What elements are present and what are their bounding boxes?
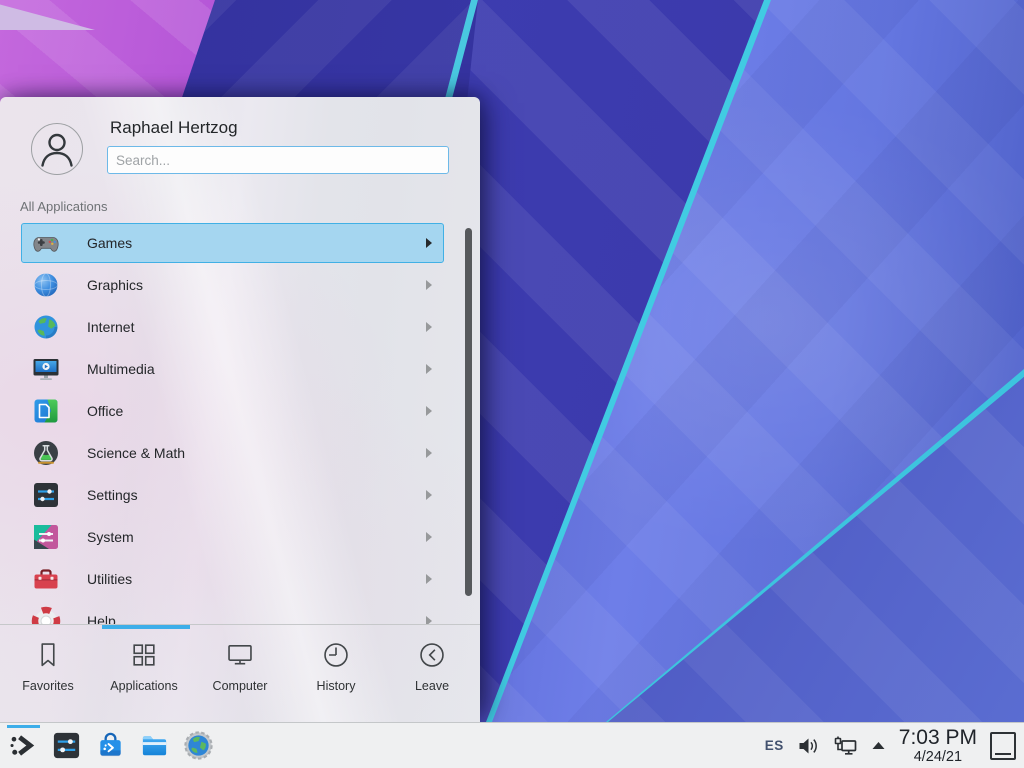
clock-date: 4/24/21 xyxy=(914,750,962,765)
expand-caret-icon[interactable] xyxy=(871,741,886,750)
category-label: Utilities xyxy=(87,571,132,587)
category-utilities[interactable]: Utilities xyxy=(21,559,444,599)
keyboard-layout-indicator[interactable]: ES xyxy=(765,738,784,753)
chevron-right-icon xyxy=(425,573,433,585)
multimedia-icon xyxy=(30,353,62,385)
scrollbar[interactable] xyxy=(465,228,472,596)
category-label: Science & Math xyxy=(87,445,185,461)
user-name: Raphael Hertzog xyxy=(110,118,238,138)
tab-history[interactable]: History xyxy=(288,625,384,722)
graphics-icon xyxy=(30,269,62,301)
category-science-math[interactable]: Science & Math xyxy=(21,433,444,473)
category-internet[interactable]: Internet xyxy=(21,307,444,347)
category-settings[interactable]: Settings xyxy=(21,475,444,515)
category-office[interactable]: Office xyxy=(21,391,444,431)
clock-time: 7:03 PM xyxy=(899,727,977,748)
show-desktop-widget[interactable] xyxy=(990,732,1016,760)
category-label: System xyxy=(87,529,134,545)
tab-computer[interactable]: Computer xyxy=(192,625,288,722)
app-launcher-button[interactable] xyxy=(7,730,38,761)
chevron-right-icon xyxy=(425,363,433,375)
system-settings-icon xyxy=(51,730,82,761)
kde-launcher-icon xyxy=(7,730,38,761)
category-graphics[interactable]: Graphics xyxy=(21,265,444,305)
bookmark-icon xyxy=(33,640,63,670)
tab-bar: Favorites Applications xyxy=(0,624,480,722)
category-help[interactable]: Help xyxy=(21,601,444,624)
globe-gear-icon xyxy=(183,730,214,761)
application-launcher-menu: Raphael Hertzog All Applications xyxy=(0,97,480,722)
monitor-icon xyxy=(225,640,255,670)
category-multimedia[interactable]: Multimedia xyxy=(21,349,444,389)
volume-icon[interactable] xyxy=(797,736,820,756)
help-icon xyxy=(30,605,62,624)
office-icon xyxy=(30,395,62,427)
system-tray: ES 7:03 PM xyxy=(765,723,1016,768)
discover-bag-icon xyxy=(95,730,126,761)
system-icon xyxy=(30,521,62,553)
leave-circle-icon xyxy=(417,640,447,670)
chevron-right-icon xyxy=(425,531,433,543)
user-avatar[interactable] xyxy=(31,123,83,175)
taskbar-apps xyxy=(7,723,214,768)
chevron-right-icon xyxy=(425,405,433,417)
chevron-right-icon xyxy=(425,615,433,624)
category-label: Internet xyxy=(87,319,134,335)
desktop: Raphael Hertzog All Applications xyxy=(0,0,1024,768)
category-list: Games Graphics xyxy=(0,223,480,624)
tab-leave[interactable]: Leave xyxy=(384,625,480,722)
folder-icon xyxy=(139,730,170,761)
category-label: Games xyxy=(87,235,132,251)
tab-label: Favorites xyxy=(22,679,73,693)
system-settings-button[interactable] xyxy=(51,730,82,761)
search-input[interactable] xyxy=(107,146,449,174)
chevron-right-icon xyxy=(425,321,433,333)
tab-label: Leave xyxy=(415,679,449,693)
category-label: Office xyxy=(87,403,123,419)
user-icon xyxy=(32,124,82,174)
digital-clock[interactable]: 7:03 PM 4/24/21 xyxy=(899,727,977,765)
chevron-right-icon xyxy=(425,489,433,501)
tab-applications[interactable]: Applications xyxy=(96,625,192,722)
category-label: Settings xyxy=(87,487,138,503)
file-manager-button[interactable] xyxy=(139,730,170,761)
settings-icon xyxy=(30,479,62,511)
category-label: Help xyxy=(87,613,116,624)
active-tab-indicator xyxy=(102,625,190,629)
network-icon[interactable] xyxy=(833,735,858,757)
grid-icon xyxy=(129,640,159,670)
category-games[interactable]: Games xyxy=(21,223,444,263)
category-system[interactable]: System xyxy=(21,517,444,557)
tab-label: Computer xyxy=(213,679,268,693)
tab-favorites[interactable]: Favorites xyxy=(0,625,96,722)
taskbar: ES 7:03 PM xyxy=(0,722,1024,768)
tab-label: History xyxy=(317,679,356,693)
chevron-right-icon xyxy=(425,237,433,249)
category-label: Multimedia xyxy=(87,361,155,377)
tab-label: Applications xyxy=(110,679,177,693)
web-browser-button[interactable] xyxy=(183,730,214,761)
science-icon xyxy=(30,437,62,469)
discover-button[interactable] xyxy=(95,730,126,761)
chevron-right-icon xyxy=(425,447,433,459)
section-label-all-applications: All Applications xyxy=(20,199,107,214)
utilities-icon xyxy=(30,563,62,595)
internet-icon xyxy=(30,311,62,343)
category-label: Graphics xyxy=(87,277,143,293)
clock-icon xyxy=(321,640,351,670)
games-icon xyxy=(30,227,62,259)
chevron-right-icon xyxy=(425,279,433,291)
